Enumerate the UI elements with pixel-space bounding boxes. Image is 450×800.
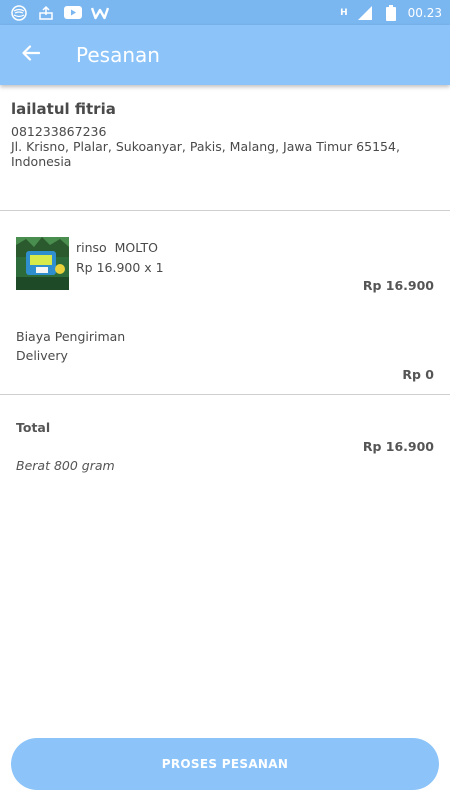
network-type-icon: H (340, 7, 348, 18)
app-bar: Pesanan (0, 25, 450, 85)
total-label: Total (16, 420, 51, 435)
youtube-icon (64, 4, 82, 22)
divider (0, 210, 450, 211)
divider (0, 394, 450, 395)
battery-icon (382, 4, 400, 22)
cloud-upload-icon (37, 4, 55, 22)
arrow-left-icon (22, 45, 41, 65)
shipping-cost-label: Biaya Pengiriman (16, 329, 126, 344)
recipient-name: lailatul fitria (11, 100, 116, 118)
shipping-address: lailatul fitria 081233867236 Jl. Krisno,… (11, 100, 439, 169)
shipping-method: Delivery (16, 348, 68, 363)
clock: 00.23 (407, 5, 442, 20)
globe-icon (10, 4, 28, 22)
product-name: rinso MOLTO (76, 240, 158, 255)
signal-icon (356, 4, 374, 22)
shipping-cost-value: Rp 0 (402, 367, 434, 382)
product-image (16, 237, 69, 290)
product-subtotal: Rp 16.900 (362, 278, 434, 293)
recipient-phone: 081233867236 (11, 124, 107, 139)
proceed-order-button[interactable]: PROSES PESANAN (11, 738, 439, 790)
status-bar: H 00.23 (0, 0, 450, 25)
page-title: Pesanan (76, 43, 160, 67)
product-price-quantity: Rp 16.900 x 1 (76, 260, 164, 275)
address-line-2: Indonesia (11, 154, 72, 169)
total-weight: Berat 800 gram (16, 458, 115, 473)
total-value: Rp 16.900 (362, 439, 434, 454)
back-button[interactable] (11, 35, 51, 75)
address-line-1: Jl. Krisno, Plalar, Sukoanyar, Pakis, Ma… (11, 139, 400, 154)
w-app-icon (91, 4, 109, 22)
